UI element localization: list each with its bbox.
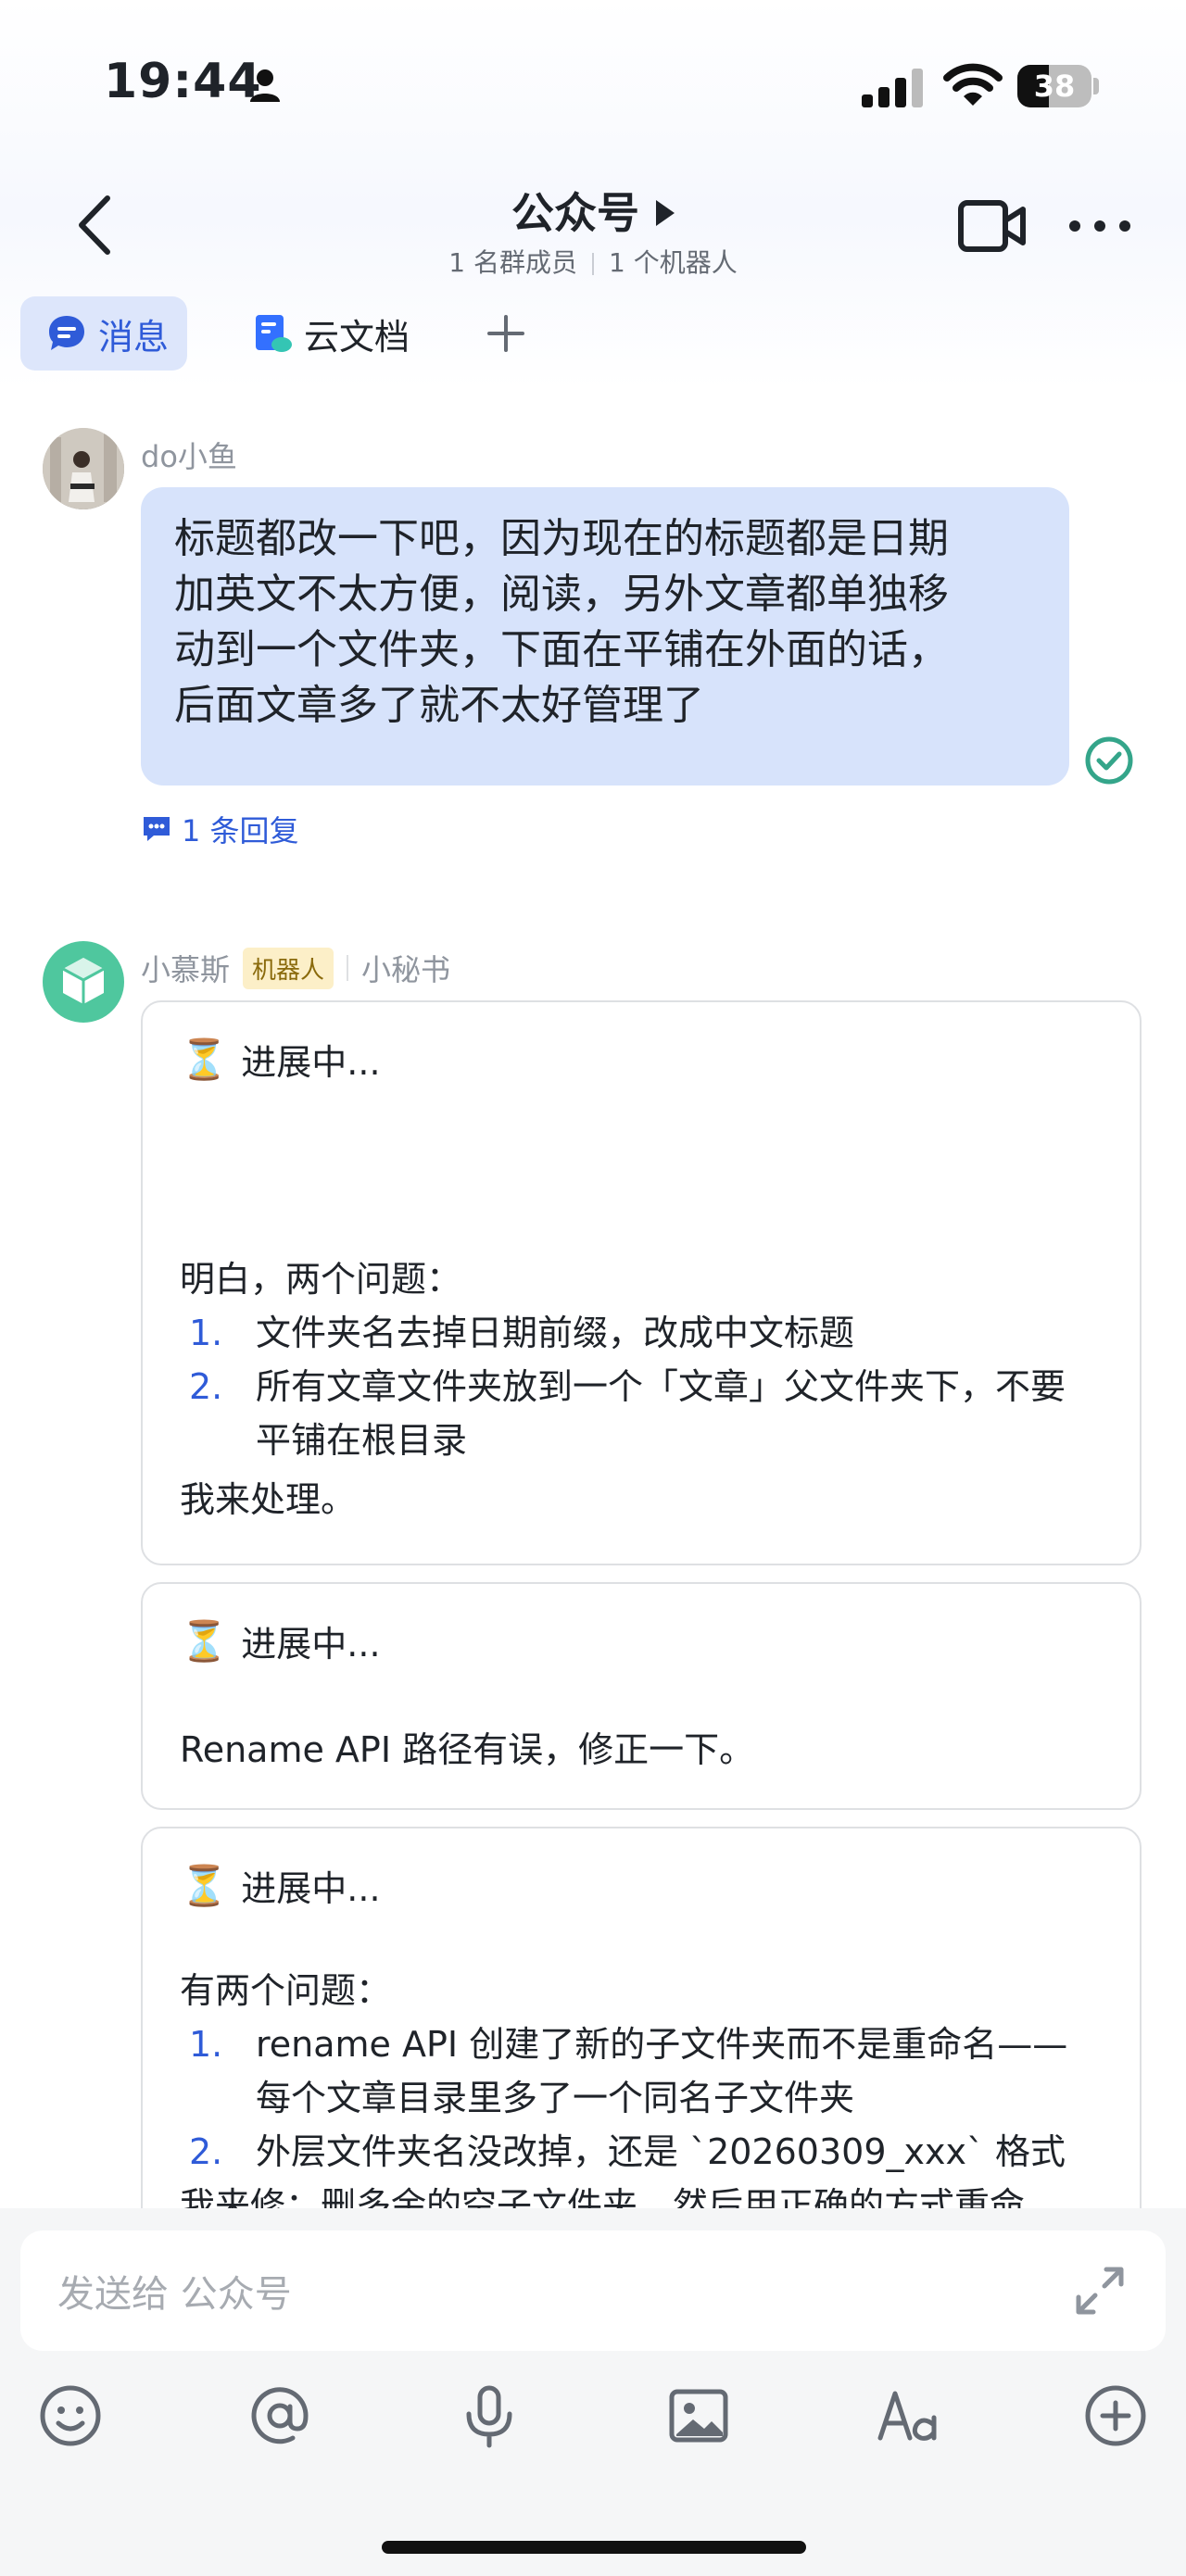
more-icon[interactable]: [1066, 213, 1134, 239]
avatar[interactable]: [43, 428, 124, 509]
wifi-icon: [943, 63, 1003, 106]
expand-icon[interactable]: [1073, 2264, 1127, 2318]
card-header: ⏳ 进展中...: [180, 1034, 381, 1085]
signal-icon: [862, 69, 923, 107]
bot-name-row: 小慕斯 机器人 小秘书: [141, 947, 450, 989]
add-tab-button[interactable]: [476, 296, 536, 371]
add-more-icon[interactable]: [1080, 2381, 1151, 2451]
message-icon: [49, 316, 84, 350]
message-line: 标题都改一下吧，因为现在的标题都是日期: [174, 515, 949, 562]
list-item: 2. 所有文章文件夹放到一个「文章」父文件夹下，不要 平铺在根目录: [189, 1366, 1066, 1461]
status-time: 19:44: [104, 54, 262, 109]
hourglass-icon: ⏳: [180, 1617, 229, 1664]
reply-count: 1 条回复: [182, 813, 299, 848]
card-text: Rename API 路径有误，修正一下。: [180, 1729, 755, 1770]
chat-title-text: 公众号: [511, 188, 639, 238]
list-item: 2. 外层文件夹名没改掉，还是 `20260309_xxx` 格式: [189, 2131, 1066, 2172]
battery-level: 38: [1033, 69, 1076, 104]
home-indicator[interactable]: [382, 2541, 806, 2554]
battery-icon: 38: [1017, 65, 1099, 107]
card-header: ⏳ 进展中...: [180, 1615, 381, 1666]
card-intro: 有两个问题：: [180, 1970, 392, 2011]
card-status: 进展中...: [241, 1868, 381, 1909]
hourglass-icon: ⏳: [180, 1036, 229, 1082]
card-status: 进展中...: [241, 1042, 381, 1083]
tab-cloud-docs-label: 云文档: [304, 316, 410, 358]
message-line: 动到一个文件夹，下面在平铺在外面的话，: [174, 626, 949, 673]
bot-badge: 机器人: [243, 947, 334, 989]
text-format-icon[interactable]: [873, 2381, 943, 2451]
list-item: 1. rename API 创建了新的子文件夹而不是重命名—— 每个文章目录里多…: [189, 2024, 1068, 2118]
sender-name: do小鱼: [141, 439, 237, 474]
card-outro: 我来处理。: [180, 1479, 357, 1520]
card-body: 有两个问题： 1. rename API 创建了新的子文件夹而不是重命名—— 每…: [180, 1964, 1125, 2232]
hourglass-icon: ⏳: [180, 1862, 229, 1908]
user-photo: [43, 428, 124, 509]
card-header: ⏳ 进展中...: [180, 1860, 381, 1911]
plus-icon: [487, 315, 524, 352]
message-line: 加英文不太方便，阅读，另外文章都单独移: [174, 571, 949, 618]
user-message-bubble[interactable]: 标题都改一下吧，因为现在的标题都是日期 加英文不太方便，阅读，另外文章都单独移 …: [141, 487, 1069, 785]
cloud-doc-icon: [256, 315, 292, 352]
video-call-icon[interactable]: [958, 198, 1027, 254]
reply-thread-icon: [144, 817, 170, 841]
card-status: 进展中...: [241, 1624, 381, 1665]
image-icon[interactable]: [663, 2381, 734, 2451]
cube-icon: [62, 958, 105, 1004]
mention-icon[interactable]: [245, 2381, 315, 2451]
microphone-icon[interactable]: [454, 2381, 524, 2451]
expand-triangle-icon: [656, 199, 675, 226]
member-count: 1 名群成员: [448, 247, 577, 278]
card-intro: 明白，两个问题：: [180, 1259, 462, 1300]
tab-cloud-docs[interactable]: 云文档: [232, 296, 454, 371]
bot-sub-name: 小秘书: [361, 952, 451, 987]
thread-reply-link[interactable]: 1 条回复: [141, 808, 299, 850]
message-input-placeholder: 发送给 公众号: [57, 2273, 292, 2316]
bot-name: 小慕斯: [141, 952, 231, 987]
bot-count: 1 个机器人: [609, 247, 738, 278]
read-check-icon: [1085, 736, 1133, 785]
list-item: 1. 文件夹名去掉日期前缀，改成中文标题: [189, 1313, 855, 1353]
card-body: 明白，两个问题： 1. 文件夹名去掉日期前缀，改成中文标题 2. 所有文章文件夹…: [180, 1252, 1116, 1527]
progress-card[interactable]: ⏳ 进展中... Rename API 路径有误，修正一下。: [141, 1582, 1142, 1810]
bot-avatar[interactable]: [43, 941, 124, 1023]
message-line: 后面文章多了就不太好管理了: [174, 682, 704, 729]
person-icon: [250, 69, 280, 102]
tab-messages[interactable]: 消息: [20, 296, 187, 371]
emoji-icon[interactable]: [35, 2381, 106, 2451]
tab-messages-label: 消息: [98, 316, 170, 358]
progress-card[interactable]: ⏳ 进展中... 明白，两个问题： 1. 文件夹名去掉日期前缀，改成中文标题 2…: [141, 1000, 1142, 1565]
